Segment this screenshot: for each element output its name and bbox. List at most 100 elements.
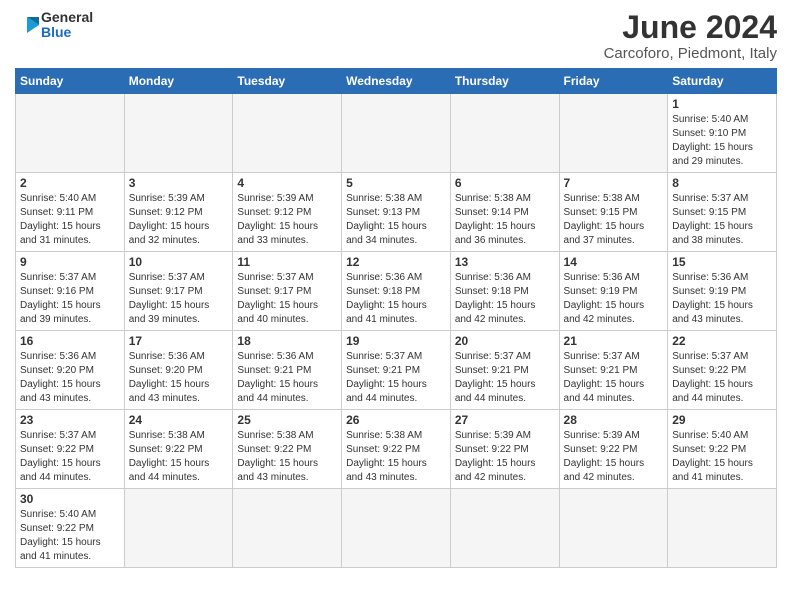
calendar-cell: 21Sunrise: 5:37 AM Sunset: 9:21 PM Dayli…: [559, 331, 668, 410]
day-info: Sunrise: 5:36 AM Sunset: 9:20 PM Dayligh…: [20, 350, 120, 406]
weekday-header-saturday: Saturday: [668, 69, 777, 94]
calendar-cell: 3 Sunrise: 5:39 AM Sunset: 9:12 PM Daylig…: [124, 173, 233, 252]
day-info: Sunrise: 5:38 AM Sunset: 9:14 PM Dayligh…: [455, 192, 555, 248]
calendar-cell: [450, 489, 559, 568]
day-info: Sunrise: 5:36 AM Sunset: 9:18 PM Dayligh…: [346, 271, 446, 327]
logo-text: GeneralBlue: [15, 10, 93, 41]
calendar-cell: [342, 94, 451, 173]
calendar-cell: 27 Sunrise: 5:39 AM Sunset: 9:22 PM Dayli…: [450, 410, 559, 489]
day-number: 4: [237, 176, 337, 190]
calendar-cell: 13Sunrise: 5:36 AM Sunset: 9:18 PM Dayli…: [450, 252, 559, 331]
day-number: 18: [237, 334, 337, 348]
calendar-cell: 12 Sunrise: 5:36 AM Sunset: 9:18 PM Dayli…: [342, 252, 451, 331]
day-info: Sunrise: 5:37 AM Sunset: 9:15 PM Dayligh…: [672, 192, 772, 248]
day-info: Sunrise: 5:37 AM Sunset: 9:16 PM Dayligh…: [20, 271, 120, 327]
calendar-cell: [342, 489, 451, 568]
calendar-cell: [668, 489, 777, 568]
calendar-cell: [450, 94, 559, 173]
day-number: 29: [672, 413, 772, 427]
day-number: 14: [564, 255, 664, 269]
calendar-cell: [124, 94, 233, 173]
day-info: Sunrise: 5:39 AM Sunset: 9:22 PM Dayligh…: [455, 429, 555, 485]
day-info: Sunrise: 5:39 AM Sunset: 9:12 PM Dayligh…: [129, 192, 229, 248]
day-info: Sunrise: 5:36 AM Sunset: 9:21 PM Dayligh…: [237, 350, 337, 406]
weekday-header-monday: Monday: [124, 69, 233, 94]
day-info: Sunrise: 5:37 AM Sunset: 9:17 PM Dayligh…: [129, 271, 229, 327]
calendar-cell: 17 Sunrise: 5:36 AM Sunset: 9:20 PM Dayli…: [124, 331, 233, 410]
calendar-cell: 4Sunrise: 5:39 AM Sunset: 9:12 PM Daylig…: [233, 173, 342, 252]
calendar-cell: 18 Sunrise: 5:36 AM Sunset: 9:21 PM Dayli…: [233, 331, 342, 410]
day-number: 7: [564, 176, 664, 190]
calendar-cell: 29 Sunrise: 5:40 AM Sunset: 9:22 PM Dayli…: [668, 410, 777, 489]
day-info: Sunrise: 5:40 AM Sunset: 9:22 PM Dayligh…: [20, 508, 120, 564]
day-number: 19: [346, 334, 446, 348]
calendar-cell: 7 Sunrise: 5:38 AM Sunset: 9:15 PM Daylig…: [559, 173, 668, 252]
header: GeneralBlue June 2024 Carcoforo, Piedmon…: [15, 10, 777, 62]
day-info: Sunrise: 5:36 AM Sunset: 9:19 PM Dayligh…: [672, 271, 772, 327]
day-number: 2: [20, 176, 120, 190]
weekday-header-friday: Friday: [559, 69, 668, 94]
day-number: 9: [20, 255, 120, 269]
calendar-cell: 16 Sunrise: 5:36 AM Sunset: 9:20 PM Dayli…: [16, 331, 125, 410]
calendar-cell: 19Sunrise: 5:37 AM Sunset: 9:21 PM Dayli…: [342, 331, 451, 410]
day-number: 10: [129, 255, 229, 269]
day-info: Sunrise: 5:37 AM Sunset: 9:22 PM Dayligh…: [20, 429, 120, 485]
calendar-cell: [559, 489, 668, 568]
weekday-header-row: SundayMondayTuesdayWednesdayThursdayFrid…: [16, 69, 777, 94]
day-number: 5: [346, 176, 446, 190]
calendar-cell: 20 Sunrise: 5:37 AM Sunset: 9:21 PM Dayli…: [450, 331, 559, 410]
calendar-cell: 5Sunrise: 5:38 AM Sunset: 9:13 PM Daylig…: [342, 173, 451, 252]
calendar-cell: 28Sunrise: 5:39 AM Sunset: 9:22 PM Dayli…: [559, 410, 668, 489]
location-title: Carcoforo, Piedmont, Italy: [604, 45, 777, 62]
calendar-cell: [233, 489, 342, 568]
day-info: Sunrise: 5:38 AM Sunset: 9:22 PM Dayligh…: [346, 429, 446, 485]
day-number: 27: [455, 413, 555, 427]
day-number: 1: [672, 97, 772, 111]
calendar-cell: 24 Sunrise: 5:38 AM Sunset: 9:22 PM Dayli…: [124, 410, 233, 489]
day-number: 25: [237, 413, 337, 427]
day-number: 30: [20, 492, 120, 506]
day-number: 16: [20, 334, 120, 348]
month-title: June 2024: [604, 10, 777, 45]
day-number: 24: [129, 413, 229, 427]
day-number: 8: [672, 176, 772, 190]
title-area: June 2024 Carcoforo, Piedmont, Italy: [604, 10, 777, 62]
day-info: Sunrise: 5:39 AM Sunset: 9:22 PM Dayligh…: [564, 429, 664, 485]
day-number: 26: [346, 413, 446, 427]
calendar-cell: [124, 489, 233, 568]
calendar-week-row-3: 16 Sunrise: 5:36 AM Sunset: 9:20 PM Dayli…: [16, 331, 777, 410]
calendar-week-row-1: 2 Sunrise: 5:40 AM Sunset: 9:11 PM Daylig…: [16, 173, 777, 252]
weekday-header-thursday: Thursday: [450, 69, 559, 94]
day-number: 3: [129, 176, 229, 190]
day-info: Sunrise: 5:37 AM Sunset: 9:21 PM Dayligh…: [455, 350, 555, 406]
calendar-cell: [16, 94, 125, 173]
weekday-header-sunday: Sunday: [16, 69, 125, 94]
day-info: Sunrise: 5:36 AM Sunset: 9:18 PM Dayligh…: [455, 271, 555, 327]
day-number: 17: [129, 334, 229, 348]
day-info: Sunrise: 5:38 AM Sunset: 9:22 PM Dayligh…: [129, 429, 229, 485]
calendar-cell: 25 Sunrise: 5:38 AM Sunset: 9:22 PM Dayli…: [233, 410, 342, 489]
calendar-table: SundayMondayTuesdayWednesdayThursdayFrid…: [15, 68, 777, 568]
day-info: Sunrise: 5:36 AM Sunset: 9:20 PM Dayligh…: [129, 350, 229, 406]
calendar-cell: 11Sunrise: 5:37 AM Sunset: 9:17 PM Dayli…: [233, 252, 342, 331]
weekday-header-tuesday: Tuesday: [233, 69, 342, 94]
calendar-week-row-5: 30 Sunrise: 5:40 AM Sunset: 9:22 PM Dayli…: [16, 489, 777, 568]
day-number: 6: [455, 176, 555, 190]
day-info: Sunrise: 5:40 AM Sunset: 9:22 PM Dayligh…: [672, 429, 772, 485]
day-number: 12: [346, 255, 446, 269]
calendar-week-row-0: 1 Sunrise: 5:40 AM Sunset: 9:10 PM Daylig…: [16, 94, 777, 173]
day-info: Sunrise: 5:40 AM Sunset: 9:10 PM Dayligh…: [672, 113, 772, 169]
calendar-cell: 9 Sunrise: 5:37 AM Sunset: 9:16 PM Daylig…: [16, 252, 125, 331]
calendar-cell: 14Sunrise: 5:36 AM Sunset: 9:19 PM Dayli…: [559, 252, 668, 331]
logo-general-text: General: [41, 10, 93, 25]
calendar-cell: 6 Sunrise: 5:38 AM Sunset: 9:14 PM Daylig…: [450, 173, 559, 252]
day-info: Sunrise: 5:38 AM Sunset: 9:15 PM Dayligh…: [564, 192, 664, 248]
day-info: Sunrise: 5:38 AM Sunset: 9:22 PM Dayligh…: [237, 429, 337, 485]
calendar-cell: 26 Sunrise: 5:38 AM Sunset: 9:22 PM Dayli…: [342, 410, 451, 489]
calendar-cell: 23Sunrise: 5:37 AM Sunset: 9:22 PM Dayli…: [16, 410, 125, 489]
generalblue-flag-icon: [15, 17, 39, 41]
day-info: Sunrise: 5:40 AM Sunset: 9:11 PM Dayligh…: [20, 192, 120, 248]
day-number: 20: [455, 334, 555, 348]
day-info: Sunrise: 5:37 AM Sunset: 9:21 PM Dayligh…: [564, 350, 664, 406]
logo-blue-text: Blue: [41, 25, 93, 40]
